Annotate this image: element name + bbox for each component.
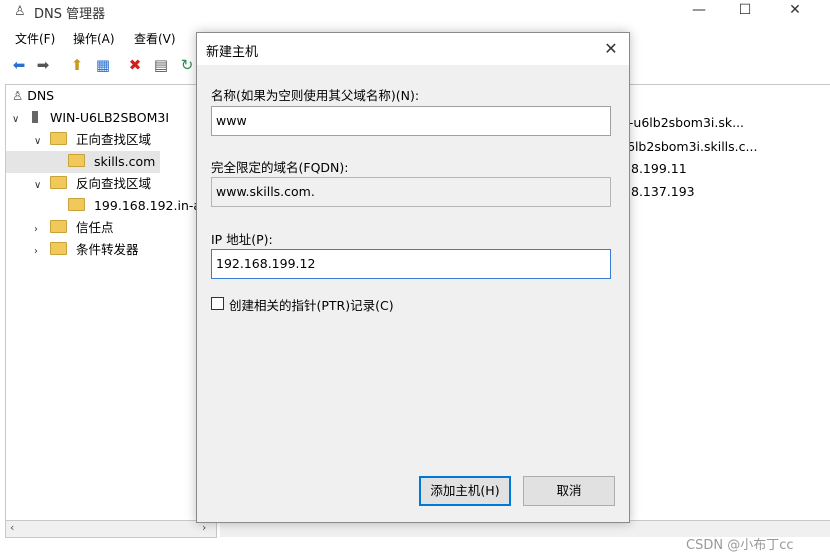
menu-view[interactable]: 查看(V) xyxy=(134,30,176,47)
properties-icon[interactable]: ▤ xyxy=(150,54,172,76)
list-item[interactable]: 8.199.11 xyxy=(631,161,687,176)
name-input[interactable]: www xyxy=(211,106,611,136)
menu-action[interactable]: 操作(A) xyxy=(73,30,115,47)
new-host-dialog: 新建主机 ✕ 名称(如果为空则使用其父域名称)(N): www 完全限定的域名(… xyxy=(196,32,630,523)
tree-item-reverse-zone[interactable]: ∨ 反向查找区域 xyxy=(6,173,216,195)
delete-icon[interactable]: ✖ xyxy=(124,54,146,76)
fqdn-label: 完全限定的域名(FQDN): xyxy=(211,160,349,175)
zone-icon xyxy=(68,154,85,167)
ip-address-input[interactable]: 192.168.199.12 xyxy=(211,249,611,279)
tree-label: 条件转发器 xyxy=(75,242,139,257)
tree-label: skills.com xyxy=(93,154,156,169)
zone-icon xyxy=(68,198,85,211)
app-titlebar: ♙ DNS 管理器 — ☐ ✕ xyxy=(0,0,830,26)
fqdn-field: www.skills.com. xyxy=(211,177,611,207)
folder-icon xyxy=(49,220,67,233)
name-label: 名称(如果为空则使用其父域名称)(N): xyxy=(211,88,420,103)
folder-icon xyxy=(49,132,67,145)
list-item[interactable]: 6lb2sbom3i.skills.c... xyxy=(627,139,757,154)
tree-item-reverse-child[interactable]: 199.168.192.in-a xyxy=(6,195,216,217)
tree-horizontal-scrollbar[interactable]: ‹ › xyxy=(5,520,217,538)
close-button[interactable]: ✕ xyxy=(772,0,818,22)
tree-label: 信任点 xyxy=(75,220,114,235)
show-hide-tree-icon[interactable]: ▦ xyxy=(92,54,114,76)
tree-item-dns[interactable]: ♙ DNS xyxy=(6,85,216,107)
minimize-button[interactable]: — xyxy=(676,0,722,22)
tree-label: 反向查找区域 xyxy=(75,176,151,191)
tree-item-forward-zone[interactable]: ∨ 正向查找区域 xyxy=(6,129,216,151)
tree-label: 正向查找区域 xyxy=(75,132,151,147)
tree-item-skills-com[interactable]: skills.com xyxy=(6,151,160,173)
tree-label: DNS xyxy=(27,88,55,103)
dns-icon: ♙ xyxy=(12,88,24,103)
dialog-title: 新建主机 xyxy=(206,45,259,60)
chevron-down-icon[interactable]: ∨ xyxy=(34,131,46,153)
maximize-button[interactable]: ☐ xyxy=(722,0,768,22)
tree-item-conditional-forwarders[interactable]: › 条件转发器 xyxy=(6,239,216,261)
dialog-close-button[interactable]: ✕ xyxy=(599,37,623,61)
chevron-right-icon[interactable]: › xyxy=(34,219,46,241)
dialog-titlebar: 新建主机 ✕ xyxy=(197,33,629,65)
refresh-icon[interactable]: ↻ xyxy=(176,54,198,76)
watermark: CSDN @小布丁cc xyxy=(686,538,794,553)
back-arrow-icon[interactable]: ⬅ xyxy=(8,54,30,76)
chevron-down-icon[interactable]: ∨ xyxy=(34,175,46,197)
list-item[interactable]: 8.137.193 xyxy=(631,184,695,199)
tree-pane: ♙ DNS ∨ WIN-U6LB2SBOM3I ∨ 正向查找区域 skills.… xyxy=(5,84,217,522)
add-host-button[interactable]: 添加主机(H) xyxy=(419,476,511,506)
menu-file[interactable]: 文件(F) xyxy=(15,30,55,47)
up-folder-icon[interactable]: ⬆ xyxy=(66,54,88,76)
chevron-down-icon[interactable]: ∨ xyxy=(12,109,24,131)
tree-label: WIN-U6LB2SBOM3I xyxy=(49,110,170,125)
scroll-left-icon[interactable]: ‹ xyxy=(10,521,14,534)
app-title: DNS 管理器 xyxy=(34,7,106,22)
folder-icon xyxy=(49,242,67,255)
tree-item-server[interactable]: ∨ WIN-U6LB2SBOM3I xyxy=(6,107,216,129)
ptr-checkbox[interactable] xyxy=(211,297,224,310)
cancel-button[interactable]: 取消 xyxy=(523,476,615,506)
chevron-right-icon[interactable]: › xyxy=(34,241,46,263)
folder-icon xyxy=(49,176,67,189)
server-icon xyxy=(31,111,38,123)
forward-arrow-icon[interactable]: ➡ xyxy=(32,54,54,76)
toolbar: ⬅ ➡ ⬆ ▦ ✖ ▤ ↻ xyxy=(0,52,200,78)
tree-label: 199.168.192.in-a xyxy=(93,198,202,213)
ptr-checkbox-label[interactable]: 创建相关的指针(PTR)记录(C) xyxy=(229,295,394,314)
dns-server-icon: ♙ xyxy=(14,4,26,19)
list-item[interactable]: n-u6lb2sbom3i.sk... xyxy=(621,115,744,130)
ip-label: IP 地址(P): xyxy=(211,232,273,247)
tree-item-trust-points[interactable]: › 信任点 xyxy=(6,217,216,239)
